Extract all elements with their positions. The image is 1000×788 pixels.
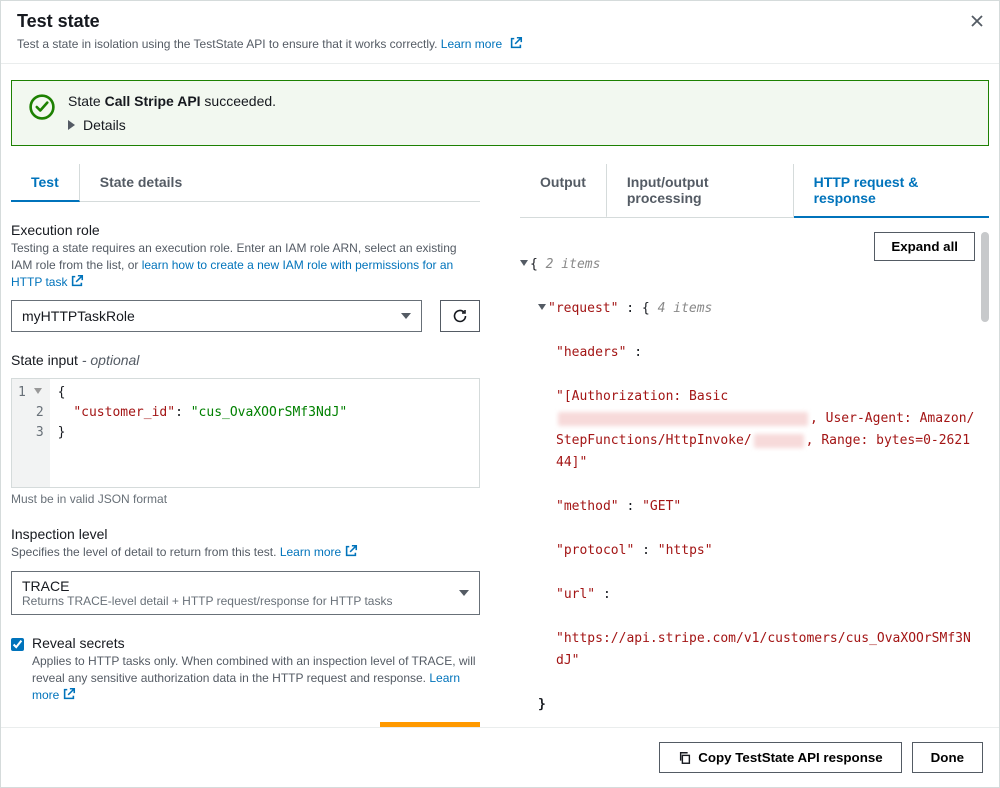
reveal-secrets-row: Reveal secrets Applies to HTTP tasks onl… [11,635,480,703]
json-headers: "headers" : [520,342,977,364]
external-link-icon [70,274,84,288]
execution-role-select[interactable]: myHTTPTaskRole [11,300,422,332]
inspection-learn-link[interactable]: Learn more [280,545,358,559]
code-gutter: 1 2 3 [12,379,50,487]
tab-output[interactable]: Output [520,164,607,218]
state-input-section: State input - optional 1 2 3 { "customer… [11,352,480,506]
modal-header: Test state Test a state in isolation usi… [1,1,999,64]
state-input-hint: Must be in valid JSON format [11,492,480,506]
inspection-level-select[interactable]: TRACE Returns TRACE-level detail + HTTP … [11,571,480,615]
json-tree: { 2 items "request" : { 4 items "headers… [520,232,977,727]
http-response-panel: Expand all { 2 items "request" : { 4 ite… [520,232,989,727]
modal-title: Test state [17,11,983,32]
caret-right-icon [68,120,75,130]
success-icon [28,93,56,121]
caret-down-icon [401,313,411,319]
caret-down-icon [459,590,469,596]
execution-role-label: Execution role [11,222,480,238]
external-link-icon [344,544,358,558]
reveal-secrets-sub: Applies to HTTP tasks only. When combine… [32,653,480,703]
right-tabs: Output Input/output processing HTTP requ… [520,164,989,218]
external-link-icon [62,687,76,701]
json-url-value: "https://api.stripe.com/v1/customers/cus… [520,628,977,672]
success-alert: State Call Stripe API succeeded. Details [11,80,989,146]
content-columns: Test State details Execution role Testin… [1,146,999,727]
code-content[interactable]: { "customer_id": "cus_OvaXOOrSMf3NdJ" } [50,379,479,487]
reveal-secrets-label: Reveal secrets [32,635,480,651]
alert-title: State Call Stripe API succeeded. [68,93,276,109]
json-method: "method" : "GET" [520,496,977,518]
execution-role-sub: Testing a state requires an execution ro… [11,240,480,290]
expand-all-button[interactable]: Expand all [874,232,975,261]
json-headers-value: "[Authorization: Basic , User-Agent: Ama… [520,386,977,474]
reveal-secrets-checkbox[interactable] [11,637,24,652]
close-button[interactable] [967,11,987,31]
right-column: Output Input/output processing HTTP requ… [520,146,989,727]
test-state-modal: Test state Test a state in isolation usi… [0,0,1000,788]
copy-icon [678,751,692,765]
done-button[interactable]: Done [912,742,983,773]
inspection-sub: Specifies the level of detail to return … [11,544,480,561]
learn-more-link[interactable]: Learn more [441,37,523,51]
alert-content: State Call Stripe API succeeded. Details [68,93,276,133]
tab-test[interactable]: Test [11,164,80,202]
alert-details-toggle[interactable]: Details [68,117,276,133]
refresh-button[interactable] [440,300,480,332]
json-request[interactable]: "request" : { 4 items [520,298,977,320]
modal-description: Test a state in isolation using the Test… [17,36,983,51]
inspection-level-section: Inspection level Specifies the level of … [11,526,480,615]
left-tabs: Test State details [11,164,480,202]
tab-io-processing[interactable]: Input/output processing [607,164,794,218]
scrollbar[interactable] [981,232,989,322]
tab-state-details[interactable]: State details [80,164,202,202]
modal-footer: Copy TestState API response Done [1,727,999,787]
json-url: "url" : [520,584,977,606]
json-protocol: "protocol" : "https" [520,540,977,562]
json-request-close: } [520,694,977,716]
inspection-label: Inspection level [11,526,480,542]
external-link-icon [509,36,523,50]
state-input-editor[interactable]: 1 2 3 { "customer_id": "cus_OvaXOOrSMf3N… [11,378,480,488]
left-column: Test State details Execution role Testin… [11,146,480,727]
state-input-label: State input - optional [11,352,480,368]
execution-role-section: Execution role Testing a state requires … [11,222,480,332]
copy-response-button[interactable]: Copy TestState API response [659,742,901,773]
tab-http[interactable]: HTTP request & response [794,164,989,218]
